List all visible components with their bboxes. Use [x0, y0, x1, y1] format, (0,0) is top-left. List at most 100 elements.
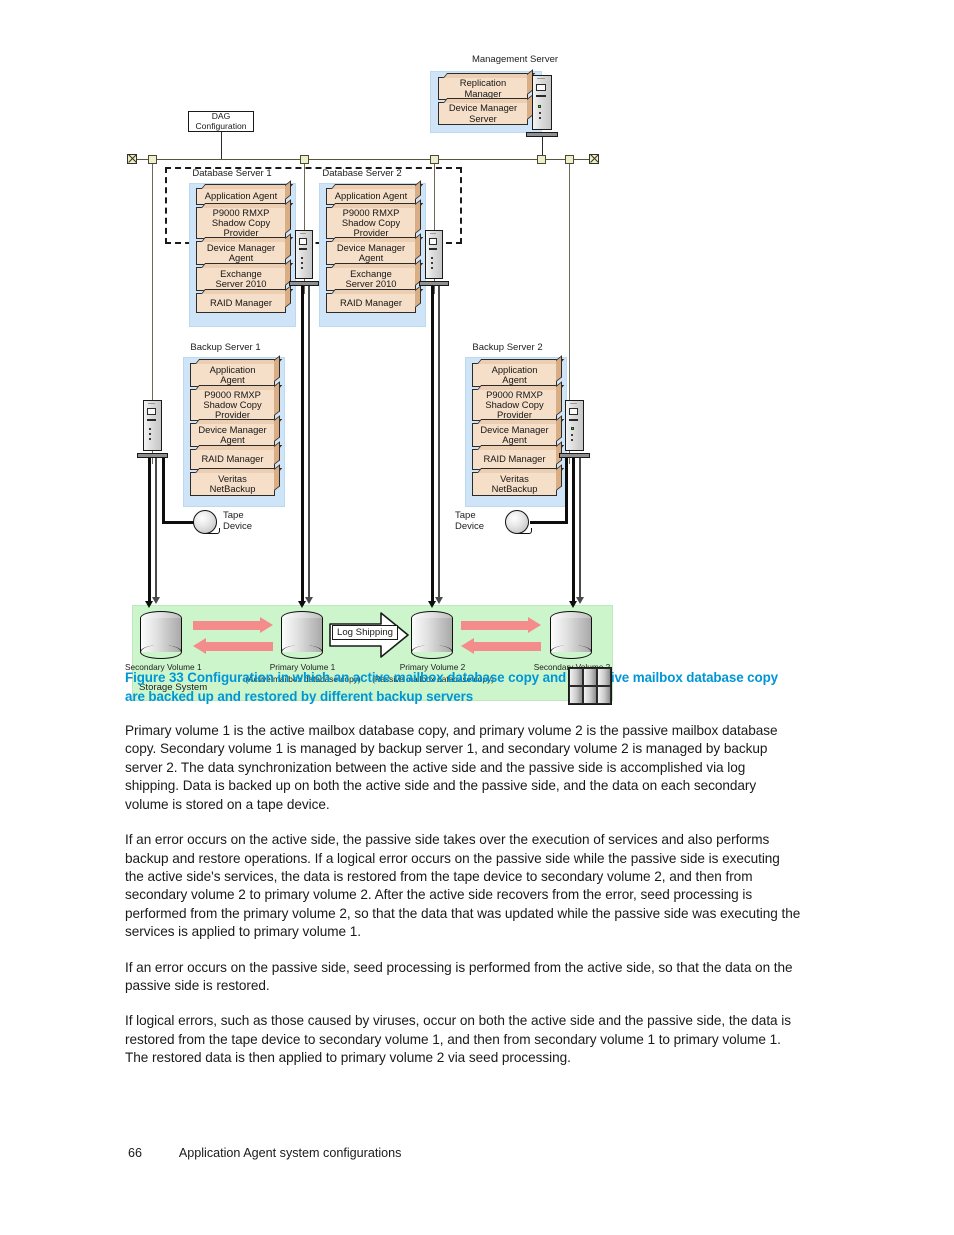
bus-node-3	[430, 155, 439, 164]
paragraph-3: If an error occurs on the passive side, …	[125, 959, 793, 993]
bk1-component-application-agent: Application Agent	[190, 363, 275, 387]
component-label: Veritas NetBackup	[209, 472, 256, 494]
bus-node-5	[565, 155, 574, 164]
page-number: 66	[128, 1146, 143, 1160]
volume-primary-1-icon	[281, 611, 323, 659]
component-label: Application Agent	[209, 363, 256, 385]
volume-secondary-1-icon	[140, 611, 182, 659]
bk1-storage-cable-secondary	[155, 458, 157, 601]
component-label: RAID Manager	[201, 453, 264, 465]
component-label: P9000 RMXP Shadow Copy Provider	[485, 388, 544, 421]
component-label: Veritas NetBackup	[491, 472, 538, 494]
bk2-component-veritas-netbackup: Veritas NetBackup	[472, 472, 557, 496]
bk2-tape-cable-vertical	[565, 458, 568, 524]
bk1-component-raid-manager: RAID Manager	[190, 449, 275, 470]
bk2-cable-arrow-2	[576, 597, 584, 604]
bk1-component-veritas-netbackup: Veritas NetBackup	[190, 472, 275, 496]
component-label: RAID Manager	[209, 296, 272, 308]
component-label: Device Manager Agent	[206, 241, 276, 263]
bus-terminator-right-icon	[589, 154, 599, 164]
tape-device-2-label: Tape Device	[455, 510, 485, 532]
sync-arrow-secondary1-to-primary1	[193, 617, 273, 634]
management-server-label: Management Server	[471, 54, 559, 65]
db1-component-p9000-rmxp-shadow-copy-provider: P9000 RMXP Shadow Copy Provider	[196, 207, 286, 239]
bk2-component-raid-manager: RAID Manager	[472, 449, 557, 470]
sync-arrow-primary1-to-secondary1	[193, 638, 273, 655]
sync-arrow-primary2-to-secondary2	[461, 617, 541, 634]
bk2-tape-cable-horizontal	[530, 521, 568, 524]
bk1-component-device-manager-agent: Device Manager Agent	[190, 423, 275, 447]
network-bus-line	[133, 159, 598, 160]
bus-node-1	[148, 155, 157, 164]
bk2-storage-cable-secondary	[579, 458, 581, 601]
component-replication-manager: Replication Manager	[438, 77, 528, 100]
component-label: RAID Manager	[483, 453, 546, 465]
bk1-storage-cable	[148, 458, 151, 605]
backup-server-2-label: Backup Server 2	[472, 342, 543, 353]
backup-server-2-tower-icon	[559, 400, 590, 458]
component-label: Device Manager Server	[448, 102, 518, 124]
db1-storage-cable	[301, 286, 304, 605]
db2-component-device-manager-agent: Device Manager Agent	[326, 241, 416, 265]
bk2-component-application-agent: Application Agent	[472, 363, 557, 387]
bk2-storage-cable	[572, 458, 575, 605]
paragraph-2: If an error occurs on the active side, t…	[125, 832, 801, 940]
database-server-2-tower-icon	[419, 230, 449, 286]
management-server-tower-icon	[526, 75, 558, 137]
component-label: P9000 RMXP Shadow Copy Provider	[341, 206, 401, 239]
component-label: Application Agent	[204, 190, 278, 202]
db1-cable-arrow-2	[305, 597, 313, 604]
volume-secondary-2-icon	[550, 611, 592, 659]
component-label: Application Agent	[491, 363, 538, 385]
component-label: Device Manager Agent	[480, 423, 549, 445]
sync-arrow-secondary2-to-primary2	[461, 638, 541, 655]
bk1-component-p9000-rmxp-shadow-copy-provider: P9000 RMXP Shadow Copy Provider	[190, 389, 275, 421]
paragraph-1: Primary volume 1 is the active mailbox d…	[125, 723, 778, 812]
page-footer: 66 Application Agent system configuratio…	[128, 1146, 401, 1160]
backup-server-1-label: Backup Server 1	[190, 342, 261, 353]
article-body: Figure 33 Configuration in which an acti…	[125, 668, 801, 1085]
db1-component-raid-manager: RAID Manager	[196, 293, 286, 313]
bk1-tape-cable-vertical	[162, 458, 165, 524]
bus-terminator-left-icon	[127, 154, 137, 164]
tape-device-1-icon	[193, 510, 221, 538]
paragraph-4: If logical errors, such as those caused …	[125, 1013, 792, 1066]
dag-configuration-label: DAG Configuration	[195, 111, 247, 131]
component-label: Replication Manager	[459, 77, 507, 99]
db1-component-device-manager-agent: Device Manager Agent	[196, 241, 286, 265]
log-shipping-label: Log Shipping	[332, 625, 399, 640]
database-server-1-label: Database Server 1	[192, 168, 272, 179]
bk1-tape-cable-horizontal	[162, 521, 197, 524]
component-label: Exchange Server 2010	[345, 267, 397, 289]
dag-configuration-box: DAG Configuration	[188, 111, 254, 132]
disk-array-icon	[568, 667, 612, 705]
bk2-component-p9000-rmxp-shadow-copy-provider: P9000 RMXP Shadow Copy Provider	[472, 389, 557, 421]
db1-component-exchange-server-2010: Exchange Server 2010	[196, 267, 286, 291]
bk1-cable-arrow-2	[152, 597, 160, 604]
footer-section-title: Application Agent system configurations	[178, 1146, 402, 1160]
component-device-manager-server: Device Manager Server	[438, 102, 528, 125]
database-server-2-label: Database Server 2	[322, 168, 402, 179]
db2-cable-arrow-2	[435, 597, 443, 604]
db2-component-raid-manager: RAID Manager	[326, 293, 416, 313]
volume-primary-2-icon	[411, 611, 453, 659]
component-label: Device Manager Agent	[336, 241, 406, 263]
bus-node-2	[300, 155, 309, 164]
db2-storage-cable-secondary	[438, 286, 440, 601]
dag-configuration-lead	[221, 132, 222, 159]
db2-component-exchange-server-2010: Exchange Server 2010	[326, 267, 416, 291]
component-label: Exchange Server 2010	[215, 267, 267, 289]
component-label: RAID Manager	[339, 296, 402, 308]
backup-server-1-tower-icon	[137, 400, 168, 458]
component-label: P9000 RMXP Shadow Copy Provider	[203, 388, 262, 421]
db2-storage-cable	[431, 286, 434, 605]
component-label: Device Manager Agent	[198, 423, 267, 445]
bk2-component-device-manager-agent: Device Manager Agent	[472, 423, 557, 447]
figure-caption: Figure 33 Configuration in which an acti…	[125, 670, 779, 705]
database-server-1-tower-icon	[289, 230, 319, 286]
component-label: P9000 RMXP Shadow Copy Provider	[211, 206, 271, 239]
figure-diagram: Management Server Replication Manager De…	[125, 54, 620, 705]
db1-storage-cable-secondary	[308, 286, 310, 601]
component-label: Application Agent	[334, 190, 408, 202]
tape-device-1-label: Tape Device	[223, 510, 253, 532]
